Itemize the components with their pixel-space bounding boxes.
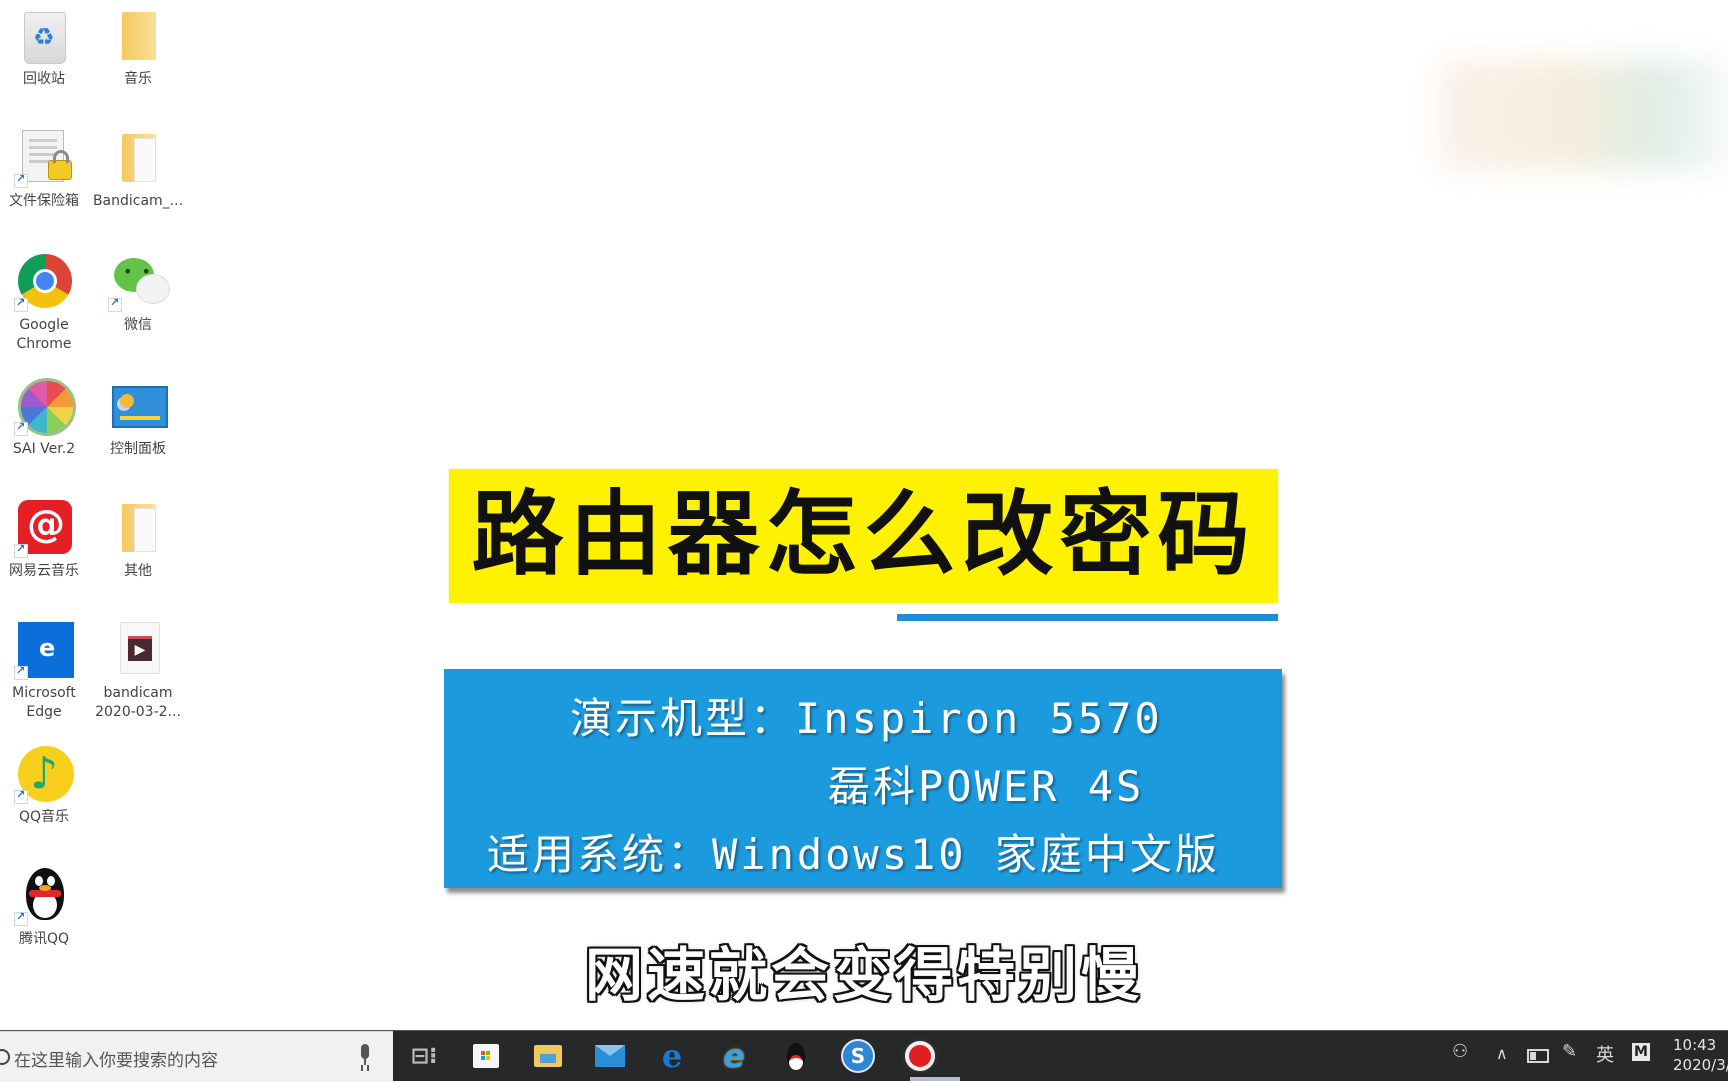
desktop-icon-other-folder[interactable]: 其他 (92, 498, 184, 581)
taskbar-sogou[interactable]: S (832, 1035, 884, 1077)
people-icon[interactable]: ⚇ (1452, 1041, 1468, 1062)
taskbar-search-box[interactable]: 在这里输入你要搜索的内容 (0, 1031, 393, 1082)
desktop-icon-file-vault[interactable]: 文件保险箱 (0, 128, 90, 211)
control-panel-icon (112, 386, 168, 428)
internet-explorer-icon: e (723, 1037, 745, 1075)
taskbar-qq[interactable] (770, 1035, 822, 1077)
pen-workspace-icon[interactable]: ✎ (1562, 1041, 1577, 1062)
video-subtitle: 网速就会变得特别慢 (584, 941, 1143, 1009)
search-placeholder: 在这里输入你要搜索的内容 (14, 1051, 218, 1071)
desktop-icon-label: QQ音乐 (18, 809, 70, 825)
desktop-icon-wechat[interactable]: 微信 (92, 252, 184, 335)
store-icon (473, 1044, 499, 1068)
desktop-icon-google-chrome[interactable]: Google Chrome (0, 252, 90, 354)
desktop-icon-label: 网易云音乐 (9, 563, 79, 579)
desktop: 回收站 音乐 文件保险箱 Bandicam_... Google Chrome … (0, 0, 1728, 1030)
shortcut-arrow-icon (14, 910, 28, 926)
video-file-icon (120, 622, 160, 674)
cortana-icon (0, 1049, 10, 1065)
desktop-icon-label: 文件保险箱 (9, 193, 79, 209)
system-text: 适用系统：Windows10 家庭中文版 (487, 830, 1220, 879)
desktop-icon-label: 回收站 (23, 71, 65, 87)
edge-icon: e (661, 1037, 683, 1075)
record-icon (905, 1041, 935, 1071)
router-model-text: 磊科POWER 4S (828, 762, 1145, 811)
shortcut-arrow-icon (108, 296, 122, 312)
ime-indicator[interactable]: 英 (1596, 1041, 1614, 1067)
desktop-icon-sai[interactable]: SAI Ver.2 (0, 376, 90, 459)
active-app-indicator (910, 1077, 960, 1081)
desktop-icon-label: bandicam 2020-03-2... (95, 685, 181, 720)
desktop-icon-label: Bandicam_... (92, 193, 184, 209)
task-view-icon: ⊟⁝ (410, 1043, 438, 1069)
folder-icon (122, 12, 156, 60)
desktop-icon-label: 微信 (124, 317, 152, 333)
folder-icon (122, 134, 156, 182)
desktop-icon-label: Microsoft Edge (12, 685, 76, 720)
shortcut-arrow-icon (14, 542, 28, 558)
system-clock[interactable]: 10:43 2020/3/ (1673, 1035, 1728, 1075)
taskbar-microsoft-store[interactable] (460, 1035, 512, 1077)
desktop-icon-qq-music[interactable]: QQ音乐 (0, 744, 90, 827)
desktop-icon-label: 控制面板 (110, 441, 166, 457)
desktop-icon-control-panel[interactable]: 控制面板 (92, 376, 184, 459)
shortcut-arrow-icon (14, 788, 28, 804)
desktop-icon-netease-music[interactable]: 网易云音乐 (0, 498, 90, 581)
shortcut-arrow-icon (14, 296, 28, 312)
desktop-icon-bandicam-video[interactable]: bandicam 2020-03-2... (92, 620, 184, 722)
taskbar: 在这里输入你要搜索的内容 ⊟⁝ e e S ⚇ ∧ ✎ 英 M 10:43 20… (0, 1030, 1728, 1082)
video-title-banner: 路由器怎么改密码 (449, 469, 1278, 603)
shortcut-arrow-icon (14, 664, 28, 680)
lock-icon (48, 150, 72, 180)
shortcut-arrow-icon (14, 420, 28, 436)
clock-date: 2020/3/ (1673, 1056, 1728, 1074)
qq-icon (26, 868, 64, 922)
clock-time: 10:43 (1673, 1036, 1717, 1054)
qq-icon (787, 1043, 805, 1070)
desktop-icon-bandicam-folder[interactable]: Bandicam_... (92, 128, 184, 211)
taskbar-edge[interactable]: e (646, 1035, 698, 1077)
mail-icon (595, 1045, 625, 1067)
desktop-icon-label: SAI Ver.2 (12, 441, 76, 457)
taskbar-file-explorer[interactable] (522, 1035, 574, 1077)
taskbar-internet-explorer[interactable]: e (708, 1035, 760, 1077)
desktop-icon-recycle-bin[interactable]: 回收站 (0, 6, 90, 89)
recycle-bin-icon (24, 12, 66, 64)
task-view-button[interactable]: ⊟⁝ (398, 1035, 450, 1077)
device-info-panel: 演示机型：Inspiron 5570 磊科POWER 4S 适用系统：Windo… (444, 669, 1282, 888)
folder-icon (122, 504, 156, 552)
desktop-icon-music-folder[interactable]: 音乐 (92, 6, 184, 89)
m-app-icon[interactable]: M (1632, 1043, 1650, 1061)
demo-model-text: 演示机型：Inspiron 5570 (570, 694, 1163, 743)
taskbar-bandicam[interactable] (894, 1035, 946, 1077)
desktop-icon-microsoft-edge[interactable]: Microsoft Edge (0, 620, 90, 722)
wechat-bubble-icon (136, 274, 170, 304)
file-explorer-icon (534, 1045, 562, 1067)
shortcut-arrow-icon (14, 172, 28, 188)
blurred-region (1440, 60, 1728, 170)
battery-icon[interactable] (1527, 1049, 1549, 1063)
desktop-icon-label: 其他 (124, 563, 152, 579)
chevron-up-icon[interactable]: ∧ (1496, 1044, 1508, 1063)
taskbar-mail[interactable] (584, 1035, 636, 1077)
microphone-icon[interactable] (358, 1044, 372, 1068)
sogou-icon: S (841, 1039, 875, 1073)
desktop-icon-label: 音乐 (124, 71, 152, 87)
title-underline (897, 614, 1278, 621)
video-title: 路由器怎么改密码 (471, 481, 1256, 588)
desktop-icon-label: Google Chrome (16, 317, 72, 352)
